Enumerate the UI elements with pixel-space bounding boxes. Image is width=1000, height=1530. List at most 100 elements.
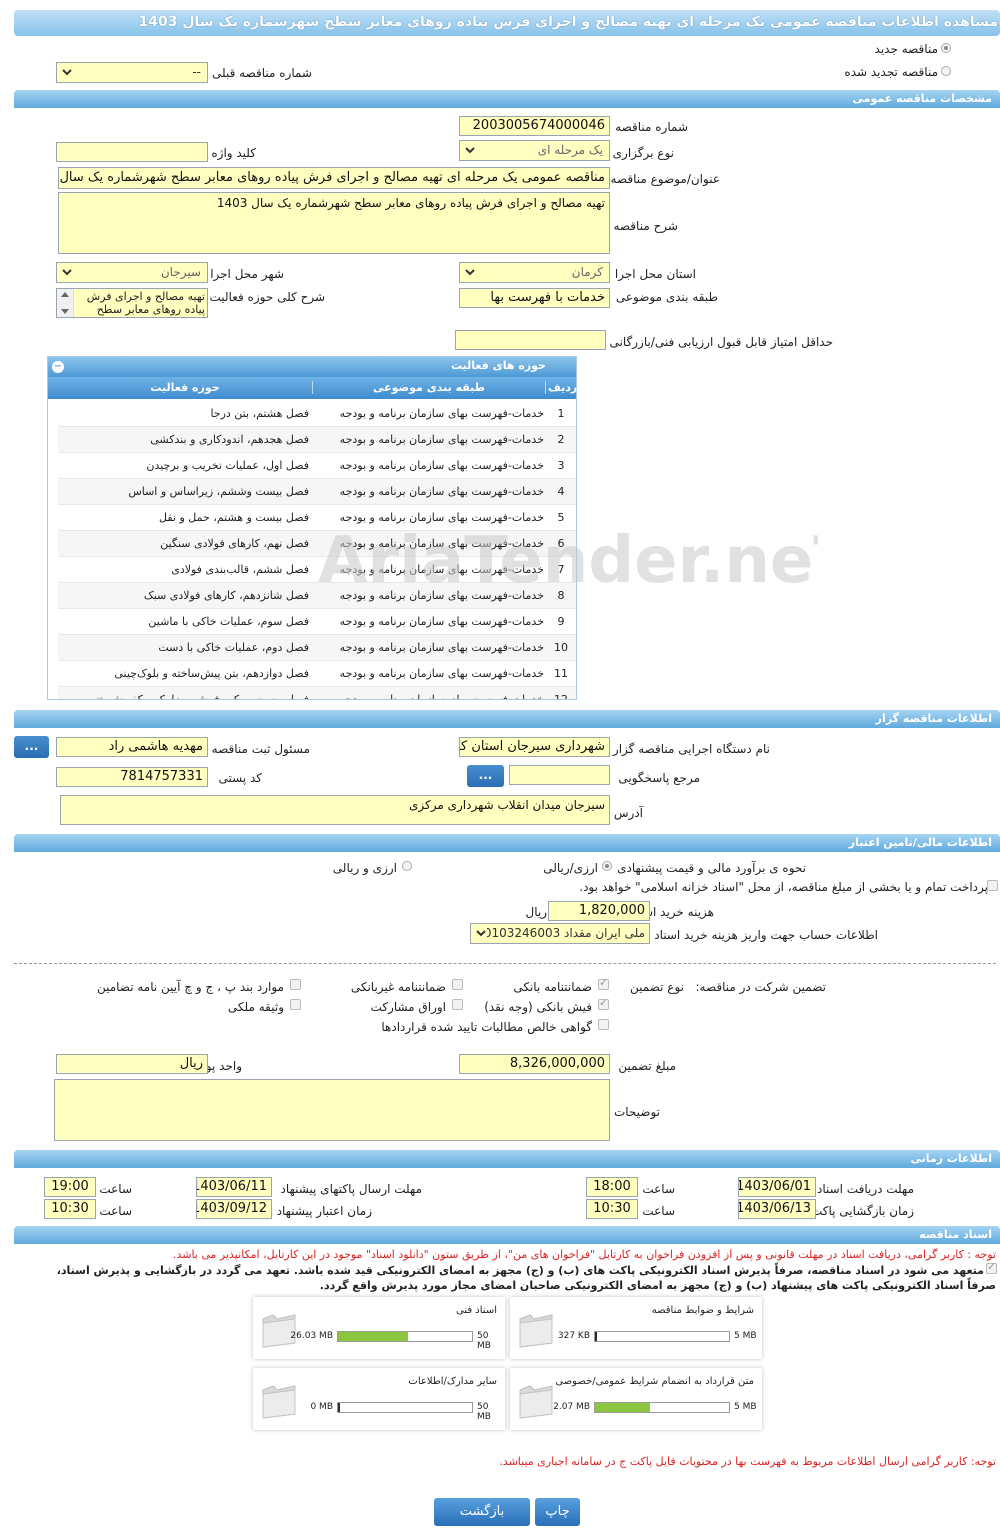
file-size-bar	[337, 1402, 473, 1413]
table-row: 1 خدمات-فهرست بهای سازمان برنامه و بودجه ف…	[58, 401, 576, 427]
table-row: 11 خدمات-فهرست بهای سازمان برنامه و بودجه…	[58, 660, 576, 687]
row-activity: فصل هشتم، بتن درجا	[58, 401, 311, 427]
file-max-size: 50 MB	[477, 1402, 491, 1422]
file-item[interactable]: شرایط و ضوابط مناقصه 327 KB 5 MB	[510, 1297, 762, 1359]
nonbank-guarantee-label: ضمانتنامه غیربانکی	[350, 980, 446, 994]
send-deadline-label: مهلت ارسال پاکتهای پیشنهاد	[280, 1182, 422, 1196]
account-select[interactable]: ملی ایران مقداد 0103246003	[470, 923, 650, 944]
col-row: ردیف	[548, 381, 578, 394]
row-activity: فصل شانزدهم، کارهای فولادی سبک	[58, 582, 311, 609]
number-label: شماره مناقصه	[615, 120, 688, 134]
chevron-down-icon	[62, 269, 72, 276]
docs-section-header: اسناد مناقصه	[14, 1226, 1000, 1244]
ref-select-button[interactable]: ...	[467, 765, 504, 787]
table-row: 12خدمات-فهرست بهای سازمان برنامه و بودجه…	[58, 686, 576, 699]
validity-time[interactable]: 10:30	[44, 1199, 96, 1219]
row-number: 2	[546, 426, 576, 453]
category-field[interactable]: خدمات با فهرست بها	[459, 288, 610, 308]
file-item[interactable]: متن قرارداد به انضمام شرایط عمومی/خصوصی 2…	[510, 1368, 762, 1430]
folder-icon	[257, 1376, 301, 1422]
org-field[interactable]: شهرداری سیرجان استان کرمان	[459, 737, 610, 757]
property-checkbox[interactable]	[290, 999, 301, 1010]
claims-cert-label: گواهی خالص مطالبات تایید شده قراردادها	[381, 1020, 592, 1034]
number-field[interactable]: 2003005674000046	[459, 116, 610, 136]
file-max-size: 5 MB	[734, 1331, 757, 1341]
bank-guarantee-label: ضمانتنامه بانکی	[513, 980, 592, 994]
fx-rial-radio[interactable]	[402, 861, 412, 871]
row-activity: فصل سوم، عملیات خاکی با ماشین	[58, 608, 311, 635]
renewed-tender-label: مناقصه تجدید شده	[844, 65, 938, 79]
responsible-select-button[interactable]: ...	[14, 736, 49, 758]
city-select[interactable]: سیرجان	[56, 262, 208, 283]
desc-field[interactable]: تهیه مصالح و اجرای فرش پیاده روهای معابر…	[58, 192, 610, 254]
postal-field[interactable]: 7814757331	[56, 767, 208, 787]
activity-desc-field[interactable]: تهیه مصالح و اجرای فرش پیاده روهای معابر…	[56, 288, 208, 318]
back-button[interactable]: بازگشت	[434, 1498, 530, 1526]
open-date[interactable]: 1403/06/13	[738, 1199, 816, 1219]
activity-desc-scrollbar[interactable]	[57, 289, 74, 317]
file-max-size: 5 MB	[734, 1402, 757, 1412]
claims-cert-checkbox[interactable]	[598, 1019, 609, 1030]
file-item[interactable]: اسناد فنی 26.03 MB 50 MB	[253, 1297, 505, 1359]
type-select[interactable]: یک مرحله ای	[459, 140, 610, 161]
commit-checkbox[interactable]	[986, 1260, 997, 1274]
doc-deadline-date[interactable]: 1403/06/01	[738, 1177, 816, 1197]
collapse-icon[interactable]: −	[52, 361, 64, 373]
subject-field[interactable]: مناقصه عمومی یک مرحله ای تهیه مصالح و اج…	[58, 167, 610, 189]
renewed-tender-radio[interactable]	[941, 66, 951, 76]
open-time-label: ساعت	[642, 1204, 675, 1218]
clauses-checkbox[interactable]	[290, 979, 301, 990]
rial-radio[interactable]	[602, 861, 612, 871]
min-score-field[interactable]	[455, 330, 606, 350]
new-tender-radio[interactable]	[941, 43, 951, 53]
watermark-logo: AriaTender.neT	[318, 524, 857, 598]
doc-fee-field[interactable]: 1,820,000	[548, 901, 650, 921]
fx-rial-label: ارزی و ریالی	[332, 861, 397, 875]
send-deadline-time[interactable]: 19:00	[44, 1177, 96, 1197]
chevron-down-icon	[475, 927, 487, 939]
activities-header: − حوزه های فعالیت	[48, 357, 576, 377]
row-activity: فصل دوازدهم، بتن پیش‌ساخته و بلوک‌چینی	[58, 660, 311, 687]
row-activity: فصل ششم، قالب‌بندی فولادی	[58, 556, 311, 583]
timing-section-header: اطلاعات زمانی	[14, 1150, 1000, 1168]
bank-guarantee-checkbox[interactable]	[598, 976, 609, 990]
islamic-treasury-checkbox[interactable]	[987, 880, 998, 891]
prev-number-select[interactable]: --	[56, 62, 208, 83]
keyword-label: کلید واژه	[211, 146, 256, 160]
validity-date[interactable]: 1403/09/12	[196, 1199, 272, 1219]
responsible-field[interactable]: مهدیه هاشمی راد	[56, 737, 208, 757]
category-label: طبقه بندی موضوعی	[615, 290, 718, 304]
doc-deadline-time[interactable]: 18:00	[586, 1177, 638, 1197]
desc-label: شرح مناقصه	[613, 219, 678, 233]
file-name: اسناد فنی	[456, 1305, 497, 1316]
currency-field[interactable]: ریال	[56, 1054, 208, 1074]
clauses-label: موارد بند پ ، ج و چ آیین نامه تضامین	[96, 980, 284, 994]
province-select[interactable]: کرمان	[459, 262, 610, 283]
docs-note2: توجه: کاربر گرامی ارسال اطلاعات مربوط به…	[499, 1455, 996, 1468]
keyword-field[interactable]	[56, 142, 208, 162]
activity-desc-text: تهیه مصالح و اجرای فرش پیاده روهای معابر…	[86, 290, 205, 316]
type-value: یک مرحله ای	[537, 143, 603, 157]
notes-field[interactable]	[54, 1079, 610, 1141]
amount-field[interactable]: 8,326,000,000	[459, 1054, 610, 1074]
row-category: خدمات-فهرست بهای سازمان برنامه و بودجه	[311, 634, 546, 661]
page-title: مشاهده اطلاعات مناقصه عمومی یک مرحله ای …	[138, 14, 999, 30]
send-deadline-date[interactable]: 1403/06/11	[196, 1177, 272, 1197]
open-time[interactable]: 10:30	[586, 1199, 638, 1219]
min-score-label: حداقل امتیاز قابل قبول ارزیابی فنی/بازرگ…	[609, 335, 833, 349]
ref-field[interactable]	[509, 765, 610, 785]
property-label: وثیقه ملکی	[227, 1000, 284, 1014]
notes-label: توضیحات	[613, 1105, 660, 1119]
city-label: شهر محل اجرا	[210, 267, 284, 281]
bank-receipt-checkbox[interactable]	[598, 996, 609, 1010]
file-item[interactable]: سایر مدارک/اطلاعات 0 MB 50 MB	[253, 1368, 505, 1430]
bonds-checkbox[interactable]	[452, 999, 463, 1010]
organizer-section-header: اطلاعات مناقصه گزار	[14, 710, 1000, 728]
nonbank-guarantee-checkbox[interactable]	[452, 979, 463, 990]
file-size: 2.07 MB	[553, 1402, 590, 1412]
print-button[interactable]: چاپ	[535, 1498, 580, 1526]
address-field[interactable]: سیرجان میدان انقلاب شهرداری مرکزی	[60, 795, 610, 825]
folder-icon	[514, 1376, 558, 1422]
file-name: سایر مدارک/اطلاعات	[408, 1376, 497, 1387]
activity-desc-label: شرح کلی حوزه فعالیت	[209, 290, 326, 304]
